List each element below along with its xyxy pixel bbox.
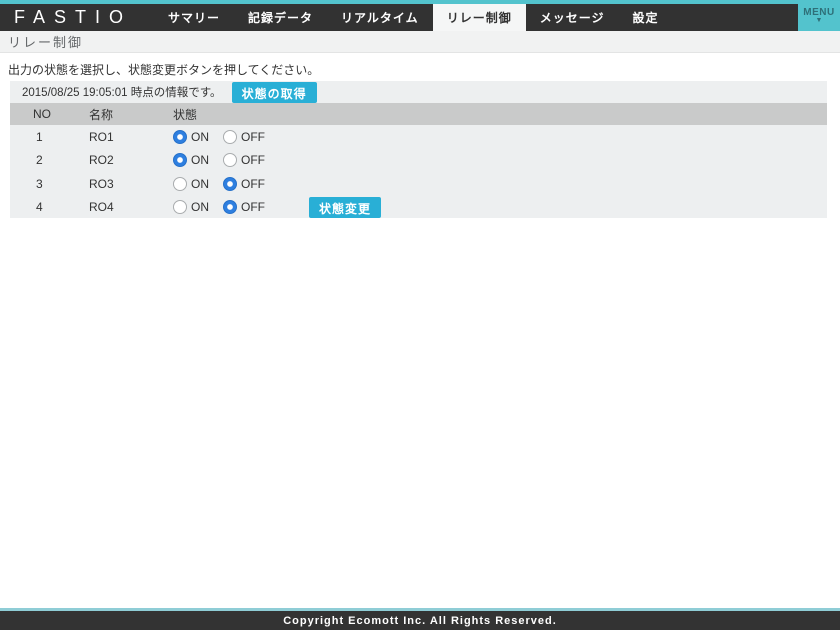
radio-on[interactable]	[173, 153, 187, 168]
chevron-down-icon: ▼	[815, 17, 823, 24]
relay-name: RO4	[89, 200, 114, 215]
relay-name: RO1	[89, 129, 114, 144]
radio-off[interactable]	[223, 129, 237, 144]
table-row: 3 RO3 ON OFF	[10, 172, 827, 196]
change-state-button[interactable]: 状態変更	[309, 196, 382, 218]
menu-button[interactable]: MENU ▼	[798, 0, 840, 31]
navbar: FASTIO サマリー 記録データ リアルタイム リレー制御 メッセージ 設定	[0, 4, 840, 31]
nav-item-realtime[interactable]: リアルタイム	[327, 4, 433, 31]
radio-off[interactable]	[223, 153, 237, 168]
relay-state-group: ON OFF 状態変更	[173, 196, 827, 218]
radio-off-label[interactable]: OFF	[241, 200, 265, 214]
relay-no: 2	[36, 153, 43, 168]
table-row: 4 RO4 ON OFF 状態変更	[10, 196, 827, 220]
relay-state-group: ON OFF	[173, 176, 827, 191]
page-title: リレー制御	[8, 35, 84, 50]
radio-on-label[interactable]: ON	[191, 130, 209, 144]
radio-off[interactable]	[223, 200, 237, 215]
relay-panel: 2015/08/25 19:05:01 時点の情報です。 状態の取得 NO 名称…	[10, 81, 827, 218]
table-row: 1 RO1 ON OFF	[10, 125, 827, 149]
status-info-row: 2015/08/25 19:05:01 時点の情報です。 状態の取得	[10, 81, 827, 103]
radio-on-label[interactable]: ON	[191, 200, 209, 214]
column-header-no: NO	[33, 107, 51, 121]
radio-on-label[interactable]: ON	[191, 177, 209, 191]
nav-item-settings[interactable]: 設定	[618, 4, 672, 31]
column-header-state: 状態	[173, 107, 198, 122]
footer: Copyright Ecomott Inc. All Rights Reserv…	[0, 611, 840, 630]
radio-off-label[interactable]: OFF	[241, 153, 265, 167]
radio-off[interactable]	[223, 176, 237, 191]
column-header-name: 名称	[89, 107, 114, 122]
radio-on[interactable]	[173, 200, 187, 215]
relay-no: 3	[36, 176, 43, 191]
nav-item-relay-control[interactable]: リレー制御	[432, 4, 526, 31]
relay-rows: 1 RO1 ON OFF 2 RO2 ON OFF 3 RO3 ON OFF 4…	[10, 125, 827, 219]
radio-off-label[interactable]: OFF	[241, 177, 265, 191]
brand-logo: FASTIO	[14, 7, 133, 27]
radio-on[interactable]	[173, 176, 187, 191]
radio-off-label[interactable]: OFF	[241, 130, 265, 144]
nav-items: サマリー 記録データ リアルタイム リレー制御 メッセージ 設定	[154, 4, 672, 31]
nav-item-summary[interactable]: サマリー	[154, 4, 234, 31]
fetch-status-button[interactable]: 状態の取得	[231, 81, 317, 103]
relay-name: RO2	[89, 153, 114, 168]
relay-no: 1	[36, 129, 43, 144]
table-row: 2 RO2 ON OFF	[10, 149, 827, 173]
copyright-text: Copyright Ecomott Inc. All Rights Reserv…	[283, 614, 557, 627]
relay-state-group: ON OFF	[173, 153, 827, 168]
radio-on[interactable]	[173, 129, 187, 144]
relay-no: 4	[36, 200, 43, 215]
instruction-text: 出力の状態を選択し、状態変更ボタンを押してください。	[8, 63, 320, 77]
nav-item-recorded-data[interactable]: 記録データ	[234, 4, 327, 31]
timestamp-note: 2015/08/25 19:05:01 時点の情報です。	[22, 87, 222, 99]
nav-item-message[interactable]: メッセージ	[526, 4, 619, 31]
radio-on-label[interactable]: ON	[191, 153, 209, 167]
relay-name: RO3	[89, 176, 114, 191]
title-bar: リレー制御	[0, 31, 840, 53]
table-header-row: NO 名称 状態	[10, 103, 827, 125]
relay-state-group: ON OFF	[173, 129, 827, 144]
